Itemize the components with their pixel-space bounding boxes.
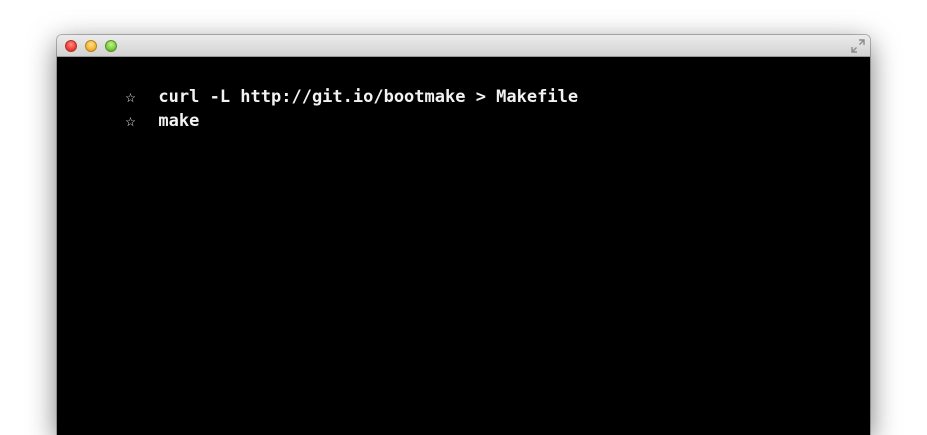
fullscreen-icon[interactable] (851, 39, 865, 53)
prompt-star-icon: ☆ (125, 111, 136, 131)
terminal-output[interactable]: ☆ curl -L http://git.io/bootmake > Makefi… (57, 57, 870, 435)
zoom-button[interactable] (105, 40, 117, 52)
command-text: curl -L http://git.io/bootmake > Makefil… (158, 87, 579, 107)
command-text: make (158, 111, 200, 131)
prompt-star-icon: ☆ (125, 87, 136, 107)
minimize-button[interactable] (85, 40, 97, 52)
terminal-line: ☆ curl -L http://git.io/bootmake > Makefi… (64, 61, 870, 107)
close-button[interactable] (65, 40, 77, 52)
title-bar[interactable] (57, 35, 870, 57)
terminal-window: ☆ curl -L http://git.io/bootmake > Makefi… (57, 35, 870, 435)
